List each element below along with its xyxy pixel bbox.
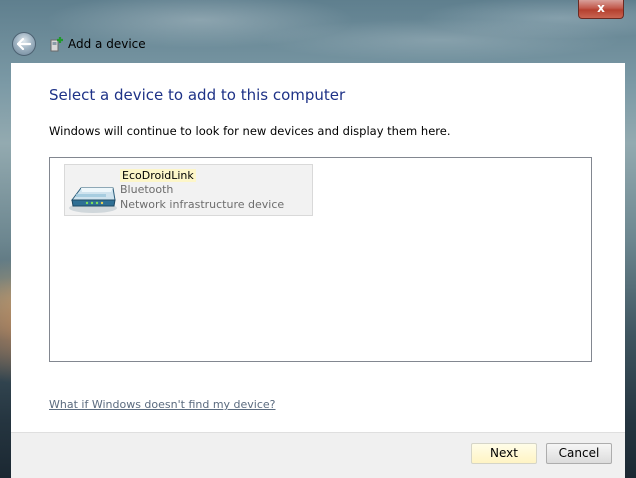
device-item-ecodroidlink[interactable]: EcoDroidLink Bluetooth Network infrastru… <box>64 164 313 216</box>
content-panel: Select a device to add to this computer … <box>11 63 625 432</box>
back-arrow-icon <box>17 38 31 50</box>
next-button[interactable]: Next <box>471 443 537 464</box>
add-device-icon <box>50 37 63 52</box>
button-bar: Next Cancel <box>11 432 625 478</box>
add-device-window: x Add a device Select a device to add to… <box>0 0 636 478</box>
device-list[interactable]: EcoDroidLink Bluetooth Network infrastru… <box>49 157 592 362</box>
device-category: Network infrastructure device <box>120 198 285 211</box>
instruction-text: Windows will continue to look for new de… <box>49 124 451 138</box>
title-bar: Add a device <box>12 30 146 58</box>
network-device-icon <box>69 187 117 213</box>
window-title: Add a device <box>68 37 146 51</box>
help-link[interactable]: What if Windows doesn't find my device? <box>49 398 276 411</box>
device-name: EcoDroidLink <box>120 169 196 182</box>
cancel-button[interactable]: Cancel <box>546 443 612 464</box>
page-heading: Select a device to add to this computer <box>49 86 346 104</box>
device-type: Bluetooth <box>120 183 174 196</box>
back-button[interactable] <box>12 32 36 56</box>
close-button[interactable]: x <box>578 0 624 19</box>
